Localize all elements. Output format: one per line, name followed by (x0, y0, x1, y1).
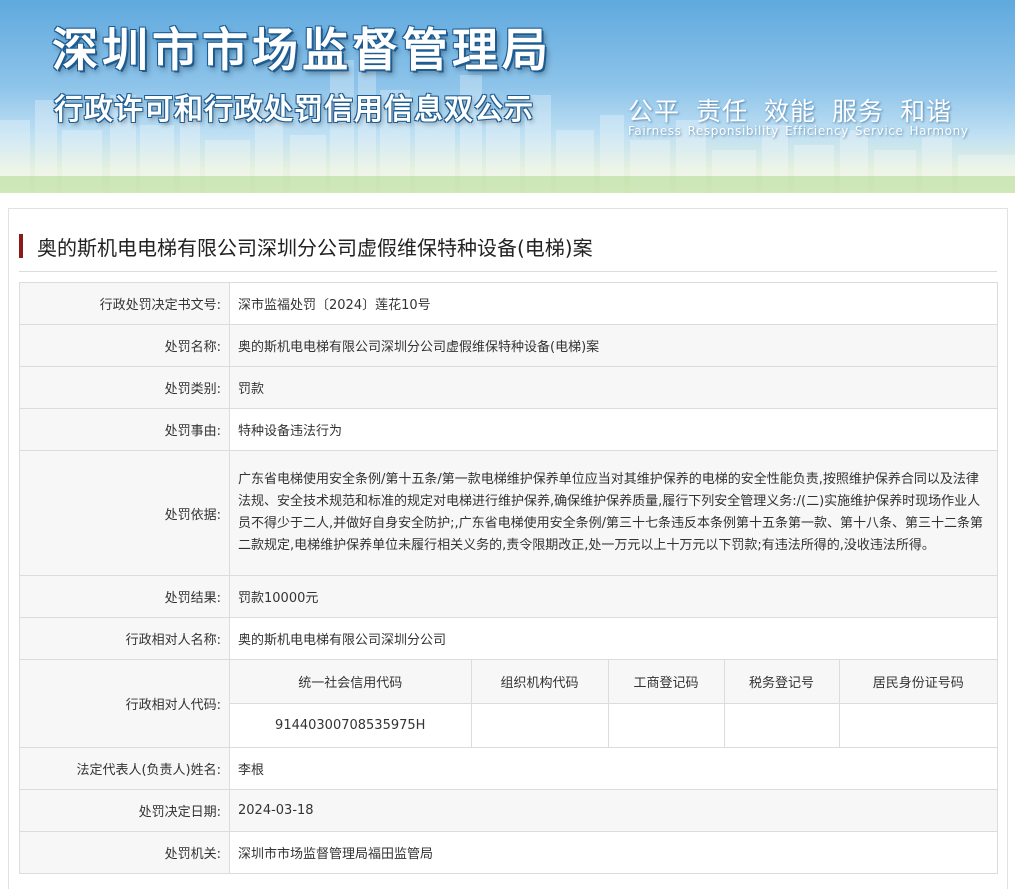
site-title: 深圳市市场监督管理局 (52, 23, 552, 77)
field-value-doc-no: 深市监福处罚〔2024〕莲花10号 (229, 282, 998, 325)
field-value-basis: 广东省电梯使用安全条例/第十五条/第一款电梯维护保养单位应当对其维护保养的电梯的… (229, 450, 998, 576)
table-row: 处罚决定日期: 2024-03-18 (19, 789, 998, 832)
table-row: 处罚机关: 深圳市市场监督管理局福田监管局 (19, 831, 998, 874)
table-row: 处罚事由: 特种设备违法行为 (19, 408, 998, 451)
field-label: 处罚决定日期: (19, 789, 230, 832)
table-row: 行政处罚决定书文号: 深市监福处罚〔2024〕莲花10号 (19, 282, 998, 325)
field-value-reason: 特种设备违法行为 (229, 408, 998, 451)
code-header: 组织机构代码 (470, 660, 609, 704)
table-row: 行政相对人名称: 奥的斯机电电梯有限公司深圳分公司 (19, 617, 998, 660)
slogan-en: Fairness Responsibility Efficiency Service H… (628, 124, 975, 138)
slogan-en-item: Service (854, 124, 904, 138)
case-title-header: 奥的斯机电电梯有限公司深圳分公司虚假维保特种设备(电梯)案 (19, 231, 997, 272)
field-label: 行政处罚决定书文号: (19, 282, 230, 325)
code-header: 居民身份证号码 (838, 660, 997, 704)
field-value-name: 奥的斯机电电梯有限公司深圳分公司虚假维保特种设备(电梯)案 (229, 324, 998, 367)
field-label: 行政相对人名称: (19, 617, 230, 660)
table-row: 法定代表人(负责人)姓名: 李根 (19, 747, 998, 790)
party-code-cell: 统一社会信用代码 组织机构代码 工商登记码 税务登记号 居民身份证号码 9144… (229, 659, 998, 748)
code-value-business (607, 703, 725, 747)
slogan-item: 服务 (832, 97, 885, 126)
header-banner: 深圳市市场监督管理局 行政许可和行政处罚信用信息双公示 公平 责任 效能 服务 和谐 F… (0, 0, 1015, 193)
field-value-result: 罚款10000元 (229, 575, 998, 618)
field-value-authority: 深圳市市场监督管理局福田监管局 (229, 831, 998, 874)
field-label: 处罚事由: (19, 408, 230, 451)
slogan-item: 公平 (628, 97, 681, 126)
slogan-item: 效能 (764, 97, 817, 126)
title-accent-bar (19, 234, 23, 258)
table-row: 处罚依据: 广东省电梯使用安全条例/第十五条/第一款电梯维护保养单位应当对其维护… (19, 450, 998, 576)
table-row: 处罚结果: 罚款10000元 (19, 575, 998, 618)
slogan-en-item: Responsibility (687, 124, 779, 138)
case-info-table: 行政处罚决定书文号: 深市监福处罚〔2024〕莲花10号 处罚名称: 奥的斯机电… (19, 282, 998, 874)
field-label: 处罚依据: (19, 450, 230, 576)
slogan-item: 和谐 (900, 97, 953, 126)
code-header: 税务登记号 (723, 660, 840, 704)
party-code-table: 统一社会信用代码 组织机构代码 工商登记码 税务登记号 居民身份证号码 9144… (230, 660, 997, 747)
code-header-row: 统一社会信用代码 组织机构代码 工商登记码 税务登记号 居民身份证号码 (230, 660, 997, 704)
slogan-en-item: Fairness (628, 124, 682, 138)
table-row: 处罚类别: 罚款 (19, 366, 998, 409)
field-label: 处罚类别: (19, 366, 230, 409)
case-title: 奥的斯机电电梯有限公司深圳分公司虚假维保特种设备(电梯)案 (37, 236, 593, 260)
field-label: 法定代表人(负责人)姓名: (19, 747, 230, 790)
field-value-category: 罚款 (229, 366, 998, 409)
field-label: 处罚名称: (19, 324, 230, 367)
case-detail-panel: 奥的斯机电电梯有限公司深圳分公司虚假维保特种设备(电梯)案 行政处罚决定书文号:… (8, 208, 1008, 889)
slogan-cn: 公平 责任 效能 服务 和谐 (628, 92, 968, 128)
table-row: 行政相对人代码: 统一社会信用代码 组织机构代码 工商登记码 税务登记号 居民身… (19, 659, 998, 748)
site-subtitle: 行政许可和行政处罚信用信息双公示 (54, 92, 535, 126)
field-value-party-name: 奥的斯机电电梯有限公司深圳分公司 (229, 617, 998, 660)
field-value-date: 2024-03-18 (229, 789, 998, 832)
slogan-en-item: Efficiency (784, 124, 849, 138)
field-label: 处罚机关: (19, 831, 230, 874)
code-value-id (838, 703, 997, 747)
code-value-org (470, 703, 609, 747)
code-value-credit: 91440300708535975H (230, 703, 472, 747)
table-row: 处罚名称: 奥的斯机电电梯有限公司深圳分公司虚假维保特种设备(电梯)案 (19, 324, 998, 367)
code-value-tax (723, 703, 840, 747)
field-label: 处罚结果: (19, 575, 230, 618)
code-value-row: 91440300708535975H (230, 703, 997, 747)
code-header: 统一社会信用代码 (230, 660, 472, 704)
field-value-legal-rep: 李根 (229, 747, 998, 790)
field-label: 行政相对人代码: (19, 659, 230, 748)
code-header: 工商登记码 (607, 660, 725, 704)
slogan-item: 责任 (696, 97, 749, 126)
slogan-en-item: Harmony (909, 124, 969, 138)
